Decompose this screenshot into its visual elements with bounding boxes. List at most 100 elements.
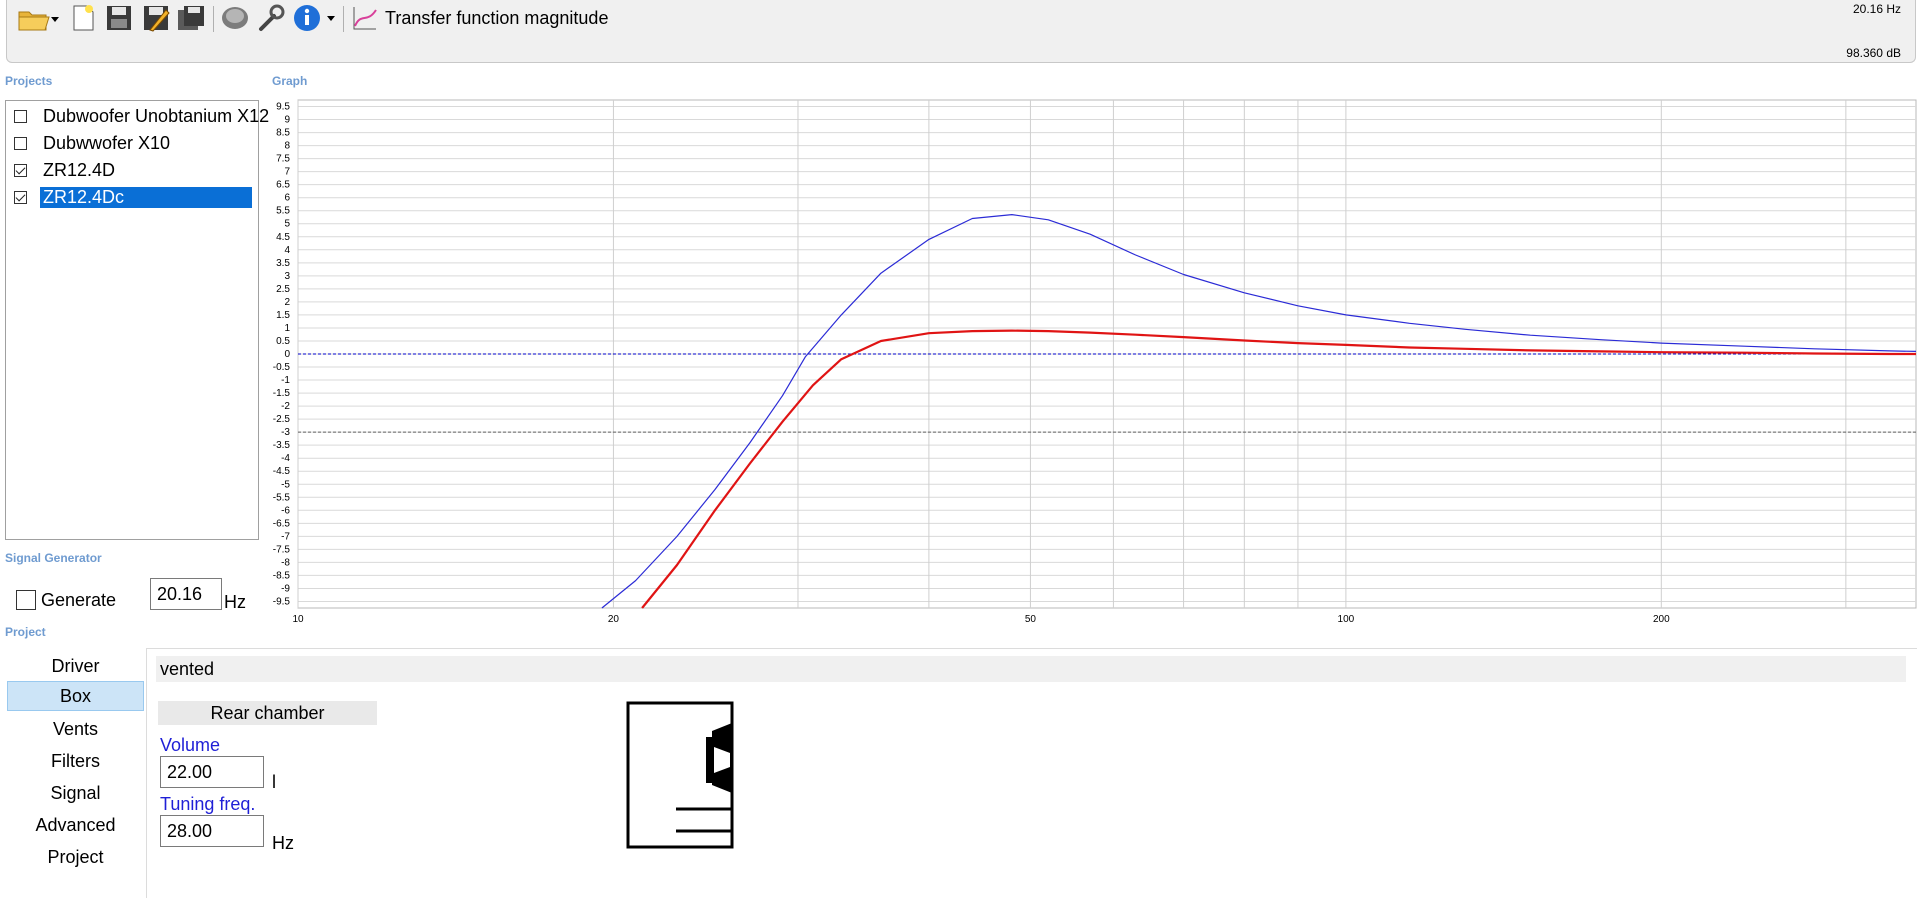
driver-icon <box>706 723 732 793</box>
y-tick-label: -2.5 <box>273 414 291 425</box>
db-readout: 98.360 dB <box>1846 46 1901 60</box>
y-tick-label: 7 <box>284 167 290 178</box>
box-diagram <box>626 701 734 849</box>
project-label: Dubwwofer X10 <box>43 133 171 153</box>
wrench-icon[interactable] <box>255 2 287 34</box>
y-tick-label: -9 <box>281 583 290 594</box>
y-tick-label: -6 <box>281 505 290 516</box>
y-tick-label: -2 <box>281 401 290 412</box>
project-label: ZR12.4D <box>43 160 116 180</box>
y-tick-label: -4 <box>281 453 290 464</box>
open-folder-icon[interactable] <box>15 2 61 34</box>
nav-project[interactable]: Project <box>7 842 144 872</box>
y-tick-label: -3.5 <box>273 440 291 451</box>
nav-signal[interactable]: Signal <box>7 778 144 808</box>
x-tick-label: 10 <box>292 614 304 625</box>
y-tick-label: 8 <box>284 141 290 152</box>
volume-unit: l <box>272 772 276 792</box>
y-tick-label: 4 <box>284 245 290 256</box>
projects-title: Projects <box>5 74 53 88</box>
toolbar-separator <box>213 6 214 32</box>
tuning-freq-label: Tuning freq. <box>160 794 256 814</box>
box-settings-panel <box>146 648 1917 898</box>
chart-icon[interactable] <box>349 2 381 34</box>
y-axis: 9.5 9 8.5 8 7.5 7 6.5 6 5.5 5 4.5 4 3.5 3 2.5 2 1.5 1 0.5 0… <box>273 102 291 608</box>
toolbar: Transfer function magnitude 20.16 Hz 98.… <box>6 0 1916 63</box>
project-item[interactable]: ZR12.4Dc <box>6 185 258 211</box>
y-tick-label: -0.5 <box>273 362 291 373</box>
y-tick-label: 3.5 <box>276 258 290 269</box>
nav-box[interactable]: Box <box>7 681 144 711</box>
y-tick-label: 1 <box>284 323 290 334</box>
project-label: Dubwoofer Unobtanium X12 <box>43 106 270 126</box>
project-checkbox[interactable] <box>14 137 27 150</box>
nav-driver[interactable]: Driver <box>7 651 144 681</box>
y-tick-label: 5.5 <box>276 206 290 217</box>
x-tick-label: 50 <box>1025 614 1037 625</box>
frequency-input[interactable] <box>150 578 222 610</box>
x-tick-label: 20 <box>608 614 620 625</box>
y-tick-label: -8.5 <box>273 570 291 581</box>
info-icon[interactable] <box>291 2 337 34</box>
projects-list[interactable]: Dubwoofer Unobtanium X12 Dubwwofer X10 Z… <box>5 100 269 540</box>
project-item[interactable]: Dubwwofer X10 <box>6 131 258 157</box>
y-tick-label: 5 <box>284 219 290 230</box>
y-tick-label: 3 <box>284 271 290 282</box>
y-tick-label: 6 <box>284 193 290 204</box>
save-all-icon[interactable] <box>175 2 207 34</box>
frequency-readout: 20.16 Hz <box>1852 2 1901 16</box>
y-tick-label: -1 <box>281 375 290 386</box>
y-tick-label: 2 <box>284 297 290 308</box>
box-type-selector[interactable]: vented <box>156 656 1906 682</box>
y-tick-label: 6.5 <box>276 180 290 191</box>
signal-generator-title: Signal Generator <box>5 551 102 565</box>
project-label: ZR12.4Dc <box>40 187 252 208</box>
chart-title: Transfer function magnitude <box>385 8 609 28</box>
y-tick-label: -1.5 <box>273 388 291 399</box>
y-tick-label: 1.5 <box>276 310 290 321</box>
y-tick-label: 2.5 <box>276 284 290 295</box>
new-file-icon[interactable] <box>67 2 99 34</box>
y-tick-label: -4.5 <box>273 466 291 477</box>
project-checkbox[interactable] <box>14 110 27 123</box>
volume-input[interactable] <box>160 756 264 788</box>
frequency-unit: Hz <box>224 592 246 612</box>
y-tick-label: -8 <box>281 557 290 568</box>
generate-checkbox[interactable] <box>16 590 36 610</box>
y-tick-label: 9 <box>284 115 290 126</box>
save-as-icon[interactable] <box>140 2 172 34</box>
y-tick-label: 9.5 <box>276 102 290 113</box>
volume-label: Volume <box>160 735 221 755</box>
y-tick-label: 0 <box>284 349 290 360</box>
y-tick-label: 4.5 <box>276 232 290 243</box>
tuning-freq-input[interactable] <box>160 815 264 847</box>
y-tick-label: -7 <box>281 531 290 542</box>
transfer-function-graph[interactable]: 9.5 9 8.5 8 7.5 7 6.5 6 5.5 5 4.5 4 3.5 3 2.5 2 1.5 1 0.5 0… <box>262 96 1917 626</box>
rear-chamber-header: Rear chamber <box>158 701 377 725</box>
project-checkbox[interactable] <box>14 164 27 177</box>
speaker-icon[interactable] <box>219 2 251 34</box>
y-tick-label: 7.5 <box>276 154 290 165</box>
y-tick-label: -7.5 <box>273 544 291 555</box>
x-tick-label: 100 <box>1338 614 1355 625</box>
nav-advanced[interactable]: Advanced <box>7 810 144 840</box>
generate-label: Generate <box>41 590 117 610</box>
project-item[interactable]: Dubwoofer Unobtanium X12 <box>6 104 269 130</box>
y-tick-label: -9.5 <box>273 596 291 607</box>
y-tick-label: -6.5 <box>273 518 291 529</box>
graph-title: Graph <box>272 74 308 88</box>
x-tick-label: 200 <box>1653 614 1670 625</box>
y-tick-label: -5.5 <box>273 492 291 503</box>
save-icon[interactable] <box>103 2 135 34</box>
x-axis: 10 20 50 100 200 <box>292 614 1670 625</box>
y-tick-label: -5 <box>281 479 290 490</box>
project-checkbox[interactable] <box>14 191 27 204</box>
vent-icon <box>676 807 732 833</box>
project-section-title: Project <box>5 625 46 639</box>
nav-filters[interactable]: Filters <box>7 746 144 776</box>
tuning-freq-unit: Hz <box>272 833 294 853</box>
y-tick-label: 8.5 <box>276 128 290 139</box>
nav-vents[interactable]: Vents <box>7 714 144 744</box>
project-item[interactable]: ZR12.4D <box>6 158 258 184</box>
y-tick-label: 0.5 <box>276 336 290 347</box>
